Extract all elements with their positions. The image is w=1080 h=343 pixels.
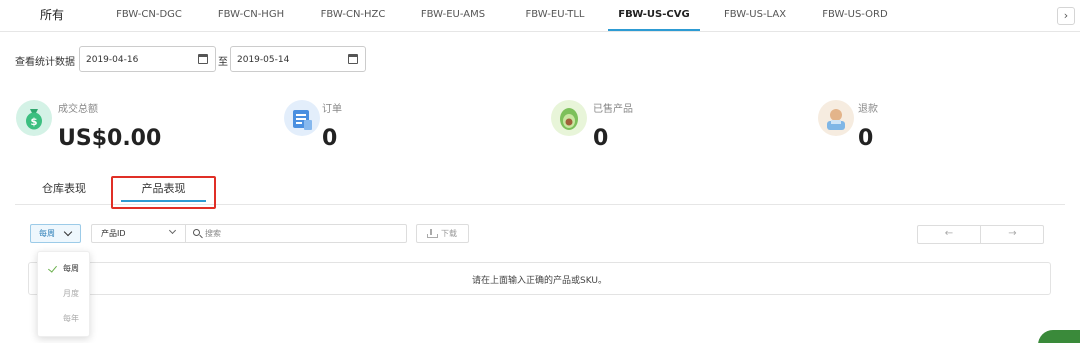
- tab-fbw-cn-hzc[interactable]: FBW-CN-HZC: [312, 0, 394, 31]
- period-dropdown-button[interactable]: 每周: [30, 224, 81, 243]
- download-label: 下载: [441, 229, 457, 238]
- stat-label-orders: 订单: [322, 104, 342, 115]
- tab-fbw-cn-dgc[interactable]: FBW-CN-DGC: [108, 0, 190, 31]
- menu-item-weekly[interactable]: 每周: [38, 259, 89, 279]
- stat-value-orders: 0: [322, 126, 338, 151]
- empty-state-panel: 请在上面输入正确的产品或SKU。: [28, 262, 1051, 295]
- date-range-separator: 至: [218, 57, 228, 68]
- next-page-button[interactable]: →: [981, 226, 1044, 243]
- chevron-right-icon[interactable]: ›: [1057, 7, 1075, 25]
- date-range-label: 查看统计数据: [15, 57, 75, 68]
- tab-fbw-us-ord[interactable]: FBW-US-ORD: [814, 0, 896, 31]
- calendar-icon[interactable]: [348, 54, 358, 64]
- pagination: ← →: [917, 225, 1044, 244]
- stat-label-gmv: 成交总额: [58, 104, 98, 115]
- tab-fbw-eu-tll[interactable]: FBW-EU-TLL: [514, 0, 596, 31]
- money-bag-icon: $: [16, 100, 52, 136]
- menu-item-label: 每周: [63, 264, 79, 273]
- end-date-field[interactable]: [230, 46, 366, 72]
- svg-text:$: $: [31, 117, 38, 128]
- menu-item-yearly[interactable]: 每年: [38, 309, 89, 329]
- check-icon: [48, 263, 57, 273]
- menu-item-monthly[interactable]: 月度: [38, 284, 89, 304]
- tab-fbw-eu-ams[interactable]: FBW-EU-AMS: [412, 0, 494, 31]
- previous-page-button[interactable]: ←: [918, 226, 981, 243]
- menu-item-label: 月度: [63, 289, 79, 298]
- tab-fbw-us-lax[interactable]: FBW-US-LAX: [714, 0, 796, 31]
- period-selected-label: 每周: [39, 229, 55, 238]
- tab-fbw-cn-hgh[interactable]: FBW-CN-HGH: [210, 0, 292, 31]
- start-date-input[interactable]: [80, 48, 180, 72]
- download-button[interactable]: 下载: [416, 224, 469, 243]
- search-group: 产品ID: [91, 224, 407, 243]
- warehouse-tab-bar: 所有 FBW-CN-DGC FBW-CN-HGH FBW-CN-HZC FBW-…: [0, 0, 1080, 32]
- empty-state-message: 请在上面输入正确的产品或SKU。: [472, 276, 607, 286]
- stat-value-refunds: 0: [858, 126, 874, 151]
- search-icon: [193, 229, 200, 236]
- highlight-annotation-box: [111, 176, 216, 209]
- start-date-field[interactable]: [79, 46, 216, 72]
- search-field-label: 产品ID: [101, 229, 126, 238]
- menu-item-label: 每年: [63, 314, 79, 323]
- tab-all[interactable]: 所有: [38, 0, 66, 31]
- stat-label-sold-products: 已售产品: [593, 104, 633, 115]
- floating-help-badge[interactable]: [1038, 330, 1080, 343]
- search-field-select[interactable]: 产品ID: [92, 225, 186, 242]
- download-icon: [427, 229, 438, 238]
- order-document-icon: [284, 100, 320, 136]
- refund-person-icon: [818, 100, 854, 136]
- product-avocado-icon: [551, 100, 587, 136]
- search-input[interactable]: [205, 226, 400, 241]
- end-date-input[interactable]: [231, 48, 331, 72]
- chevron-down-icon: [168, 226, 177, 235]
- period-dropdown-menu: 每周 月度 每年: [37, 251, 90, 337]
- stat-value-gmv: US$0.00: [58, 126, 162, 151]
- tab-fbw-us-cvg[interactable]: FBW-US-CVG: [608, 0, 700, 31]
- stat-value-sold-products: 0: [593, 126, 609, 151]
- chevron-down-icon: [63, 227, 73, 237]
- calendar-icon[interactable]: [198, 54, 208, 64]
- stat-label-refunds: 退款: [858, 104, 878, 115]
- tab-warehouse-performance[interactable]: 仓库表现: [35, 176, 93, 206]
